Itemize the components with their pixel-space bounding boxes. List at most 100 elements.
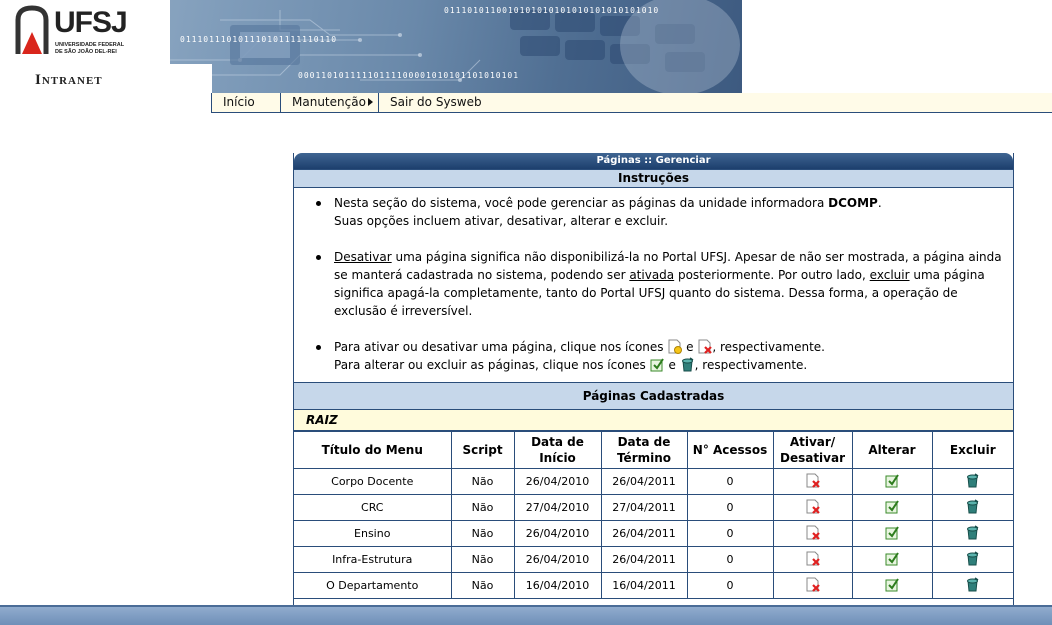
table-header-row: Título do Menu Script Data de Início Dat… <box>294 431 1013 469</box>
binary-text: 011101110101110101111110110 <box>180 35 338 44</box>
registered-pages-heading: Páginas Cadastradas <box>294 382 1013 410</box>
hits-cell: 0 <box>686 520 774 547</box>
edit-button[interactable] <box>851 494 933 521</box>
main-menu-bar: Início Manutenção Sair do Sysweb <box>211 93 1052 113</box>
page-deactivate-icon <box>806 473 820 488</box>
instruction-item: Para ativar ou desativar uma página, cli… <box>316 338 1003 374</box>
instructions-list: Nesta seção do sistema, você pode gerenc… <box>294 188 1013 382</box>
toggle-button[interactable] <box>772 572 853 599</box>
edit-icon <box>885 499 899 513</box>
column-header: Ativar/ Desativar <box>772 431 853 469</box>
column-header: Título do Menu <box>294 431 452 469</box>
group-label: RAIZ <box>294 410 1013 431</box>
edit-icon <box>885 525 899 539</box>
end-date-cell: 27/04/2011 <box>600 494 688 521</box>
page-footer <box>0 605 1052 625</box>
start-date-cell: 26/04/2010 <box>513 546 602 573</box>
script-cell: Não <box>450 572 515 599</box>
start-date-cell: 16/04/2010 <box>513 572 602 599</box>
toggle-button[interactable] <box>772 520 853 547</box>
delete-button[interactable] <box>931 520 1013 547</box>
delete-icon <box>967 472 979 487</box>
intranet-band <box>0 64 212 93</box>
menu-divider <box>280 93 281 112</box>
delete-icon <box>967 524 979 539</box>
hits-cell: 0 <box>686 494 774 521</box>
delete-icon <box>967 498 979 513</box>
desativar-term: Desativar <box>334 250 392 264</box>
logo-text: UFSJ <box>54 6 128 39</box>
delete-button[interactable] <box>931 494 1013 521</box>
edit-icon <box>885 473 899 487</box>
instructions-heading: Instruções <box>294 169 1013 188</box>
script-cell: Não <box>450 468 515 495</box>
binary-text: 00011010111110111100001010101101010101 <box>298 71 520 80</box>
delete-icon <box>967 576 979 591</box>
pages-table: Título do Menu Script Data de Início Dat… <box>294 431 1013 599</box>
column-header: Excluir <box>931 431 1013 469</box>
menu-item-inicio[interactable]: Início <box>223 93 255 112</box>
unit-name: DCOMP <box>828 196 878 210</box>
menu-title-cell: Corpo Docente <box>294 468 452 495</box>
edit-icon <box>885 577 899 591</box>
footer-border <box>0 605 1052 607</box>
delete-button[interactable] <box>931 468 1013 495</box>
menu-divider <box>378 93 379 112</box>
menu-title-cell: Ensino <box>294 520 452 547</box>
ufsj-logo[interactable]: UFSJ UNIVERSIDADE FEDERAL DE SÃO JOÃO DE… <box>0 0 170 64</box>
start-date-cell: 26/04/2010 <box>513 468 602 495</box>
submenu-arrow-icon[interactable] <box>368 98 373 106</box>
end-date-cell: 26/04/2011 <box>600 546 688 573</box>
table-row: Corpo Docente Não 26/04/2010 26/04/2011 0 <box>294 468 1013 495</box>
hits-cell: 0 <box>686 546 774 573</box>
page-deactivate-icon <box>806 551 820 566</box>
table-row: Ensino Não 26/04/2010 26/04/2011 0 <box>294 520 1013 547</box>
end-date-cell: 26/04/2011 <box>600 468 688 495</box>
delete-icon <box>967 550 979 565</box>
edit-icon <box>885 551 899 565</box>
end-date-cell: 26/04/2011 <box>600 520 688 547</box>
binary-text: 0111010110010101010101010101010101010 <box>444 6 660 15</box>
menu-title-cell: CRC <box>294 494 452 521</box>
column-header: Data de Término <box>600 431 688 469</box>
toggle-button[interactable] <box>772 546 853 573</box>
instruction-item: Desativar uma página significa não dispo… <box>316 250 1002 318</box>
instruction-item: Nesta seção do sistema, você pode gerenc… <box>316 194 1003 230</box>
toggle-button[interactable] <box>772 494 853 521</box>
end-date-cell: 16/04/2011 <box>600 572 688 599</box>
logo-subtitle: UNIVERSIDADE FEDERAL DE SÃO JOÃO DEL-REI <box>55 42 125 55</box>
menu-item-sair[interactable]: Sair do Sysweb <box>390 93 482 112</box>
hits-cell: 0 <box>686 572 774 599</box>
edit-button[interactable] <box>851 520 933 547</box>
page-deactivate-icon <box>806 577 820 592</box>
start-date-cell: 26/04/2010 <box>513 520 602 547</box>
site-header: UFSJ UNIVERSIDADE FEDERAL DE SÃO JOÃO DE… <box>0 0 742 93</box>
menu-title-cell: O Departamento <box>294 572 452 599</box>
edit-button[interactable] <box>851 546 933 573</box>
page-deactivate-icon <box>806 499 820 514</box>
column-header: Alterar <box>851 431 933 469</box>
hits-cell: 0 <box>686 468 774 495</box>
column-header: N° Acessos <box>686 431 774 469</box>
toggle-button[interactable] <box>772 468 853 495</box>
table-row: CRC Não 27/04/2010 27/04/2011 0 <box>294 494 1013 521</box>
delete-button[interactable] <box>931 546 1013 573</box>
script-cell: Não <box>450 546 515 573</box>
start-date-cell: 27/04/2010 <box>513 494 602 521</box>
delete-icon <box>681 357 694 372</box>
table-row: O Departamento Não 16/04/2010 16/04/2011 0 <box>294 572 1013 599</box>
manage-pages-panel: Páginas :: Gerenciar Instruções Nesta se… <box>293 153 1014 605</box>
excluir-term: excluir <box>869 268 910 282</box>
column-header: Script <box>450 431 515 469</box>
edit-button[interactable] <box>851 572 933 599</box>
menu-title-cell: Infra-Estrutura <box>294 546 452 573</box>
edit-button[interactable] <box>851 468 933 495</box>
column-header: Data de Início <box>513 431 602 469</box>
page-deactivate-icon <box>806 525 820 540</box>
script-cell: Não <box>450 494 515 521</box>
edit-icon <box>650 358 664 372</box>
panel-title: Páginas :: Gerenciar <box>294 153 1013 169</box>
delete-button[interactable] <box>931 572 1013 599</box>
menu-item-manutencao[interactable]: Manutenção <box>292 93 366 112</box>
page-deactivate-icon <box>698 339 713 354</box>
